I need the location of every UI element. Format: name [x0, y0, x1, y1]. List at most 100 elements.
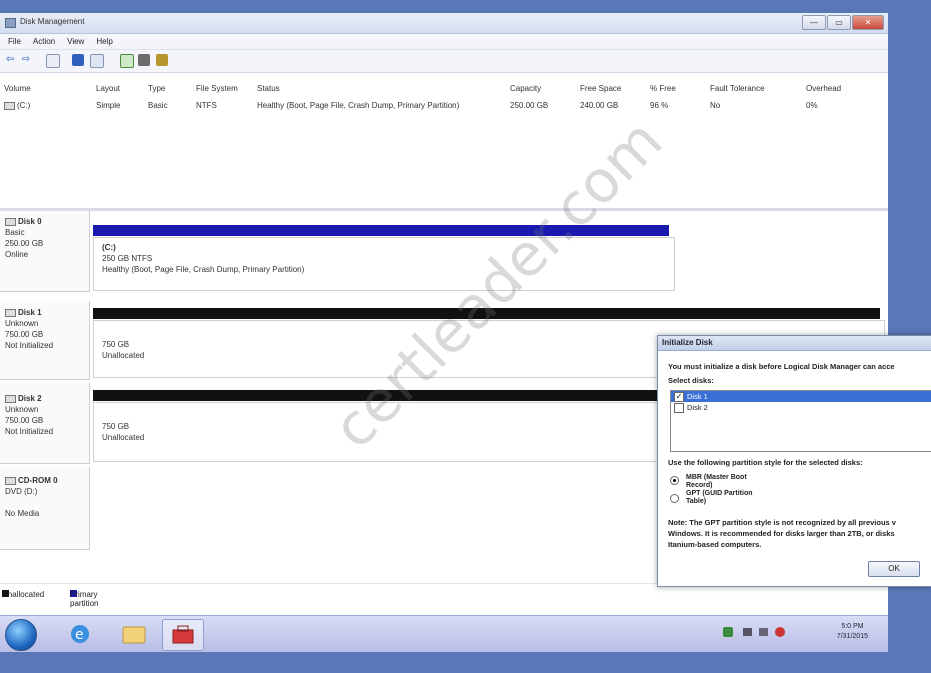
cell-status: Healthy (Boot, Page File, Crash Dump, Pr…: [257, 101, 460, 110]
disk-2-name: Disk 2: [18, 394, 42, 403]
view-list-icon[interactable]: [90, 54, 104, 68]
cell-volume: (C:): [17, 101, 31, 110]
clock-time: 5:0 PM: [841, 623, 864, 630]
disk-1-name: Disk 1: [18, 308, 42, 317]
cell-capacity: 250.00 GB: [510, 101, 549, 110]
disk-2-type: Unknown: [5, 405, 39, 414]
close-button[interactable]: ✕: [852, 15, 884, 30]
partition-c-status: Healthy (Boot, Page File, Crash Dump, Pr…: [102, 265, 305, 274]
partition-c-title: (C:): [102, 243, 116, 252]
flag-icon[interactable]: [743, 628, 752, 636]
cell-file-system: NTFS: [196, 101, 217, 110]
col-percent-free[interactable]: % Free: [650, 84, 676, 93]
note-line-2: Windows. It is recommended for disks lar…: [668, 529, 895, 538]
disk-2-option: Disk 2: [687, 403, 708, 412]
disk-2-label[interactable]: Disk 2 Unknown 750.00 GB Not Initialized: [0, 383, 90, 464]
volume-icon: [4, 101, 15, 110]
dialog-intro: You must initialize a disk before Logica…: [668, 362, 895, 371]
display-icon[interactable]: [759, 628, 768, 636]
cdrom-0-state: No Media: [5, 509, 40, 518]
disk-icon: [5, 394, 16, 403]
legend-primary-text: Primary partition: [70, 590, 99, 608]
disk-0-label[interactable]: Disk 0 Basic 250.00 GB Online: [0, 211, 90, 292]
cell-free-space: 240.00 GB: [580, 101, 619, 110]
mbr-label: MBR (Master Boot Record): [686, 474, 747, 489]
forward-arrow-icon[interactable]: ⇨: [20, 54, 32, 66]
console-tree-icon[interactable]: [46, 54, 60, 68]
svg-text:e: e: [75, 627, 84, 643]
menu-view[interactable]: View: [63, 34, 88, 49]
internet-explorer-icon[interactable]: e: [60, 619, 100, 649]
settings-icon[interactable]: [156, 54, 168, 66]
partition-style-label: Use the following partition style for th…: [668, 458, 863, 467]
toolbar: ⇦ ⇨: [0, 50, 888, 73]
cdrom-0-type: DVD (D:): [5, 487, 38, 496]
system-tray: 5:0 PM 7/31/2015: [713, 619, 888, 649]
cdrom-icon: [5, 476, 16, 485]
list-item[interactable]: Disk 2: [671, 402, 931, 413]
menu-action[interactable]: Action: [29, 34, 59, 49]
disk-0-state: Online: [5, 250, 29, 259]
select-disks-label: Select disks:: [668, 376, 714, 385]
col-status[interactable]: Status: [257, 84, 280, 93]
menu-file[interactable]: File: [4, 34, 25, 49]
cell-percent-free: 96 %: [650, 101, 669, 110]
disk-2-state: Not Initialized: [5, 427, 54, 436]
disk-2-checkbox[interactable]: [674, 403, 684, 413]
toolbox-icon[interactable]: [162, 619, 204, 651]
disk-select-list: ✓ Disk 1 Disk 2: [670, 390, 931, 452]
disk-1-label[interactable]: Disk 1 Unknown 750.00 GB Not Initialized: [0, 301, 90, 380]
disk-2-size: 750.00 GB: [5, 416, 44, 425]
partition-c[interactable]: (C:) 250 GB NTFS Healthy (Boot, Page Fil…: [93, 237, 675, 291]
gpt-radio[interactable]: [670, 494, 679, 503]
help-icon[interactable]: [120, 54, 134, 68]
disk-0-name: Disk 0: [18, 217, 42, 226]
volume-list: Volume Layout Type File System Status Ca…: [0, 73, 888, 211]
disk-1-option: Disk 1: [687, 392, 708, 401]
network-icon[interactable]: [723, 627, 733, 637]
dialog-title: Initialize Disk: [658, 336, 931, 351]
disk-1-state: Not Initialized: [5, 341, 54, 350]
col-overhead[interactable]: Overhead: [806, 84, 841, 93]
ok-button[interactable]: OK: [868, 561, 920, 577]
cdrom-0-label[interactable]: CD-ROM 0 DVD (D:) No Media: [0, 467, 90, 550]
disk-management-app-icon: [5, 18, 16, 28]
legend: Unallocated Primary partition: [0, 583, 888, 616]
partition-c-detail: 250 GB NTFS: [102, 254, 153, 263]
col-fault-tolerance[interactable]: Fault Tolerance: [710, 84, 765, 93]
maximize-button[interactable]: ▭: [827, 15, 851, 30]
minimize-button[interactable]: —: [802, 15, 826, 30]
col-layout[interactable]: Layout: [96, 84, 120, 93]
col-free-space[interactable]: Free Space: [580, 84, 621, 93]
legend-unallocated-text: Unallocated: [2, 590, 45, 599]
start-button[interactable]: [5, 619, 37, 651]
list-item[interactable]: ✓ Disk 1: [671, 391, 931, 402]
note-line-1: Note: The GPT partition style is not rec…: [668, 518, 896, 527]
col-file-system[interactable]: File System: [196, 84, 238, 93]
cdrom-0-name: CD-ROM 0: [18, 476, 58, 485]
col-capacity[interactable]: Capacity: [510, 84, 541, 93]
menu-bar: File Action View Help: [0, 34, 888, 50]
cell-fault-tolerance: No: [710, 101, 721, 110]
disk-0-size: 250.00 GB: [5, 239, 44, 248]
rescan-disks-icon[interactable]: [138, 54, 150, 66]
col-volume[interactable]: Volume: [4, 84, 31, 93]
properties-icon[interactable]: [72, 54, 84, 66]
disk-icon: [5, 308, 16, 317]
note-line-3: Itanium-based computers.: [668, 540, 762, 549]
menu-help[interactable]: Help: [92, 34, 116, 49]
cell-overhead: 0%: [806, 101, 818, 110]
mbr-radio[interactable]: [670, 476, 679, 485]
alert-icon[interactable]: [775, 627, 785, 637]
gpt-label: GPT (GUID Partition Table): [686, 490, 753, 505]
disk-icon: [5, 217, 16, 226]
col-type[interactable]: Type: [148, 84, 165, 93]
clock-date: 7/31/2015: [836, 633, 868, 640]
disk-1-type: Unknown: [5, 319, 39, 328]
back-arrow-icon[interactable]: ⇦: [4, 54, 16, 66]
disk-1-checkbox[interactable]: ✓: [674, 392, 684, 402]
initialize-disk-dialog: Initialize Disk You must initialize a di…: [657, 335, 931, 587]
folder-icon[interactable]: [114, 619, 154, 649]
clock[interactable]: 5:0 PM 7/31/2015: [837, 622, 868, 642]
window-title: Disk Management: [20, 17, 85, 26]
